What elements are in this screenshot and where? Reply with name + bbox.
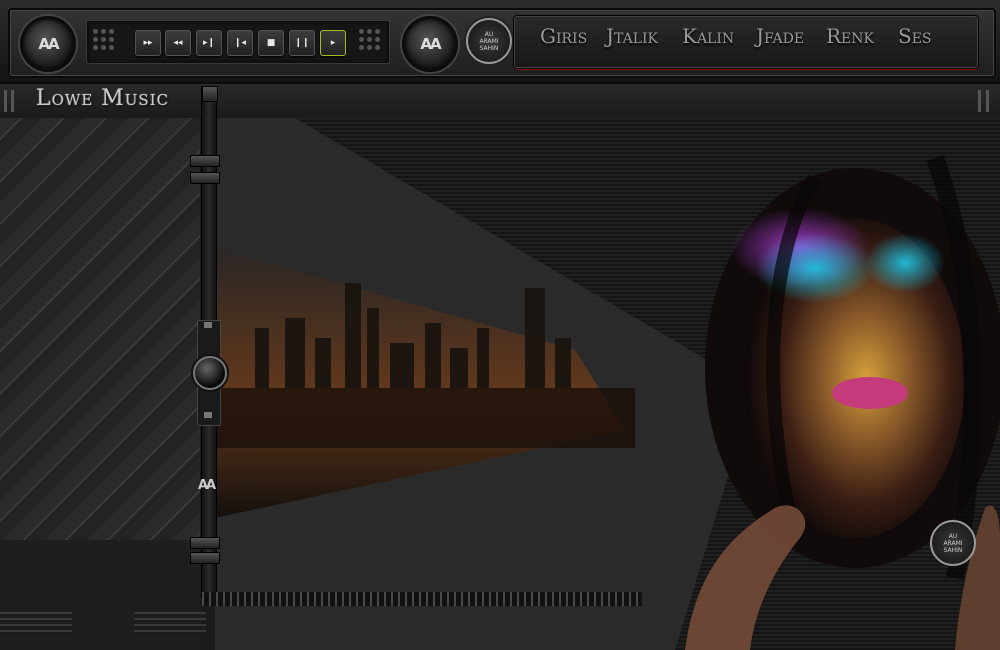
nav-item-kalin[interactable]: Kalin bbox=[682, 24, 734, 48]
pause-button[interactable]: ❙❙ bbox=[289, 30, 315, 56]
rewind-button[interactable]: ◂◂ bbox=[165, 30, 191, 56]
slider-lower-handle[interactable] bbox=[190, 537, 220, 549]
nav-item-ses[interactable]: Ses bbox=[898, 24, 932, 48]
fast-forward-button[interactable]: ▸▸ bbox=[135, 30, 161, 56]
site-title: Lowe Music bbox=[36, 86, 170, 111]
grip-right-2-icon bbox=[986, 90, 989, 112]
grip-dots-left-icon bbox=[93, 29, 115, 51]
stop-button[interactable]: ■ bbox=[258, 30, 284, 56]
logo-right-icon: AA bbox=[402, 16, 458, 72]
art-badge-icon: AU ARAMI SAHIN bbox=[930, 520, 976, 566]
grip-left-icon bbox=[4, 90, 7, 112]
nav-item-giris[interactable]: Giris bbox=[540, 24, 587, 48]
brand-badge-icon: AU ARAMI SAHIN bbox=[466, 18, 512, 64]
slider-lower-handle-2[interactable] bbox=[190, 552, 220, 564]
slider-logo-icon: AA bbox=[198, 478, 216, 493]
slider-upper-handle[interactable] bbox=[190, 155, 220, 167]
progress-ticks[interactable] bbox=[202, 592, 642, 606]
volume-knob[interactable] bbox=[193, 356, 227, 390]
grip-right-icon bbox=[978, 90, 981, 112]
slider-upper-handle-2[interactable] bbox=[190, 172, 220, 184]
nav-item-jtalik[interactable]: Jtalik bbox=[606, 24, 658, 48]
rail-top-cap-icon bbox=[202, 86, 218, 102]
knob-up-arrow-icon[interactable] bbox=[204, 322, 212, 328]
previous-track-button[interactable]: ❙◂ bbox=[227, 30, 253, 56]
grip-left-2-icon bbox=[11, 90, 14, 112]
nav-item-renk[interactable]: Renk bbox=[826, 24, 874, 48]
logo-left-icon: AA bbox=[20, 16, 76, 72]
knob-down-arrow-icon[interactable] bbox=[204, 412, 212, 418]
bar-decor-left-icon bbox=[0, 612, 72, 636]
transport-panel: ▸▸ ◂◂ ▸❙ ❙◂ ■ ❙❙ ▸ bbox=[86, 20, 390, 64]
next-track-button[interactable]: ▸❙ bbox=[196, 30, 222, 56]
hero-artwork bbox=[215, 118, 1000, 650]
grip-dots-right-icon bbox=[359, 29, 381, 51]
play-button[interactable]: ▸ bbox=[320, 30, 346, 56]
nav-item-jfade[interactable]: Jfade bbox=[756, 24, 804, 48]
hero-art-svg bbox=[215, 118, 1000, 650]
bar-decor-right-icon bbox=[134, 612, 206, 636]
